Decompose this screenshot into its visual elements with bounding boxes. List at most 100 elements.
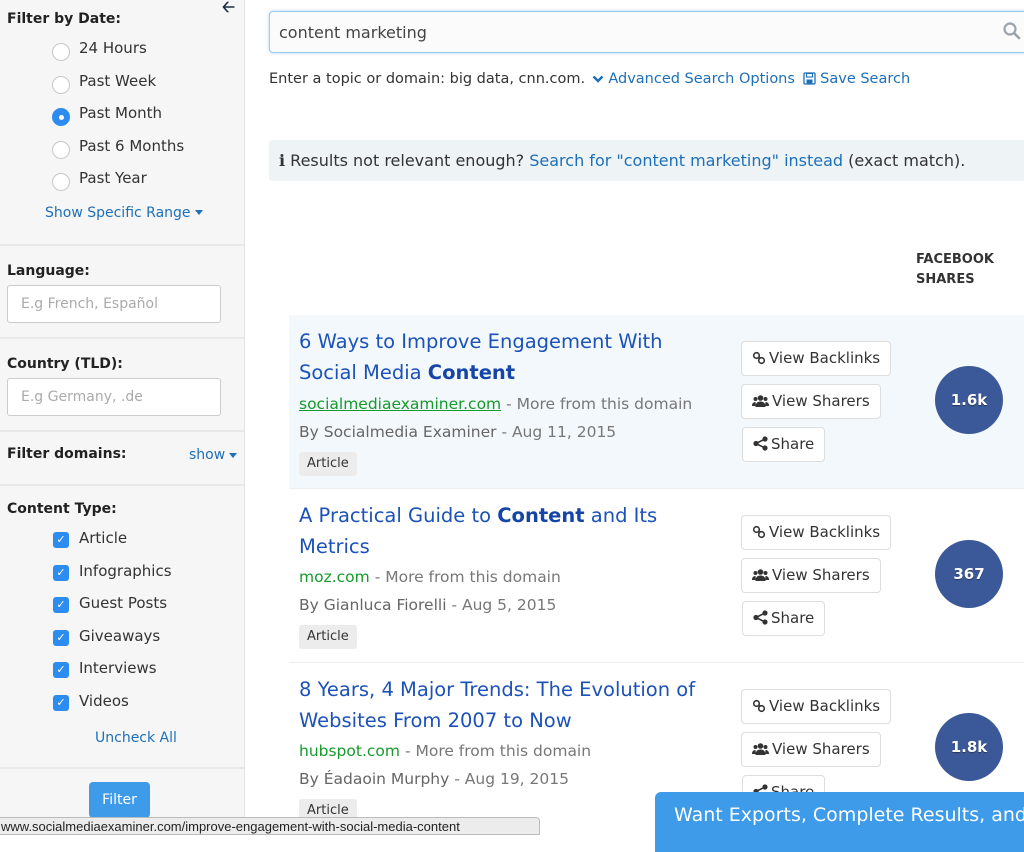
radio-label: 24 Hours bbox=[79, 39, 147, 57]
view-sharers-button[interactable]: View Sharers bbox=[741, 558, 881, 593]
checkbox-label: Interviews bbox=[79, 659, 157, 678]
link-icon bbox=[752, 699, 766, 712]
radio-button[interactable] bbox=[52, 43, 70, 61]
share-button[interactable]: Share bbox=[742, 601, 826, 636]
checkbox-checked-icon[interactable]: ✓ bbox=[53, 662, 69, 679]
button-label: Share bbox=[771, 435, 815, 453]
result-domain-line: moz.com - More from this domain bbox=[299, 568, 561, 586]
result-title-link[interactable]: 8 Years, 4 Major Trends: The Evolution o… bbox=[299, 674, 719, 736]
view-backlinks-button[interactable]: View Backlinks bbox=[741, 689, 892, 724]
column-header-line: SHARES bbox=[916, 272, 975, 287]
checkbox-article[interactable]: ✓ Article bbox=[7, 528, 237, 561]
search-bar[interactable] bbox=[269, 11, 1024, 53]
radio-button[interactable] bbox=[52, 173, 70, 192]
view-backlinks-button[interactable]: View Backlinks bbox=[741, 515, 892, 550]
search-input[interactable] bbox=[270, 12, 970, 52]
result-row: 6 Ways to Improve Engagement With Social… bbox=[289, 315, 1024, 489]
facebook-shares-count[interactable]: 1.6k bbox=[935, 366, 1003, 434]
filter-button[interactable]: Filter bbox=[89, 782, 150, 818]
facebook-shares-count[interactable]: 1.8k bbox=[935, 713, 1003, 781]
date-filter-title: Filter by Date: bbox=[7, 11, 122, 27]
save-search-link[interactable]: Save Search bbox=[802, 71, 910, 87]
facebook-shares-column-header[interactable]: FACEBOOK SHARES bbox=[916, 250, 994, 290]
checkbox-guest-posts[interactable]: ✓ Guest Posts bbox=[7, 593, 237, 626]
publish-date: - Aug 5, 2015 bbox=[451, 596, 557, 614]
share-button[interactable]: Share bbox=[742, 427, 826, 462]
checkbox-label: Giveaways bbox=[79, 626, 161, 645]
uncheck-all-link[interactable]: Uncheck All bbox=[95, 730, 177, 746]
domain-link[interactable]: hubspot.com bbox=[299, 742, 400, 760]
share-icon bbox=[753, 610, 768, 625]
title-highlight[interactable]: Content bbox=[497, 504, 584, 527]
more-from-domain-link[interactable]: - More from this domain bbox=[506, 395, 692, 413]
more-from-domain-link[interactable]: - More from this domain bbox=[375, 568, 561, 586]
filter-domains-section: Filter domains: show bbox=[0, 432, 244, 486]
content-type-title: Content Type: bbox=[7, 501, 117, 517]
checkbox-checked-icon[interactable]: ✓ bbox=[53, 694, 69, 711]
button-label: View Backlinks bbox=[769, 523, 881, 541]
save-search-label[interactable]: Save Search bbox=[820, 71, 910, 87]
more-from-domain-link[interactable]: - More from this domain bbox=[405, 742, 591, 760]
radio-24-hours[interactable]: 24 Hours bbox=[7, 38, 237, 71]
result-row: A Practical Guide to Content and Its Met… bbox=[289, 489, 1024, 663]
checkbox-videos[interactable]: ✓ Videos bbox=[7, 691, 237, 724]
domain-link[interactable]: socialmediaexaminer.com bbox=[299, 395, 501, 413]
relevance-notice: i Results not relevant enough? Search fo… bbox=[269, 140, 1024, 181]
result-domain-line: socialmediaexaminer.com - More from this… bbox=[299, 395, 692, 413]
domain-link[interactable]: moz.com bbox=[299, 568, 370, 586]
arrow-left-icon[interactable]: 🡠 bbox=[222, 0, 235, 23]
view-backlinks-button[interactable]: View Backlinks bbox=[741, 341, 892, 376]
author-name[interactable]: By Socialmedia Examiner bbox=[299, 423, 497, 441]
exact-match-search-link[interactable]: Search for "content marketing" instead bbox=[529, 151, 843, 170]
show-domains-toggle[interactable]: show bbox=[189, 447, 238, 463]
checkbox-checked-icon[interactable]: ✓ bbox=[53, 532, 69, 548]
radio-past-week[interactable]: Past Week bbox=[7, 71, 237, 104]
facebook-shares-count[interactable]: 367 bbox=[935, 540, 1003, 608]
radio-past-6-months[interactable]: Past 6 Months bbox=[7, 136, 237, 169]
checkbox-interviews[interactable]: ✓ Interviews bbox=[7, 658, 237, 691]
checkbox-giveaways[interactable]: ✓ Giveaways bbox=[7, 626, 237, 659]
result-domain-line: hubspot.com - More from this domain bbox=[299, 742, 591, 760]
link-icon bbox=[752, 351, 766, 364]
radio-past-month[interactable]: Past Month bbox=[7, 103, 237, 136]
search-icon[interactable] bbox=[1002, 21, 1022, 41]
checkbox-checked-icon[interactable]: ✓ bbox=[53, 564, 69, 581]
country-input[interactable] bbox=[7, 378, 221, 416]
language-input[interactable] bbox=[7, 285, 221, 323]
upgrade-banner[interactable]: Want Exports, Complete Results, and bbox=[655, 792, 1024, 852]
checkbox-infographics[interactable]: ✓ Infographics bbox=[7, 561, 237, 594]
checkbox-label: Guest Posts bbox=[79, 594, 168, 613]
checkbox-label: Article bbox=[79, 529, 128, 547]
radio-button[interactable] bbox=[52, 140, 70, 159]
notice-suffix: (exact match). bbox=[848, 151, 966, 170]
button-label: View Backlinks bbox=[769, 349, 881, 367]
result-title-link[interactable]: 6 Ways to Improve Engagement With Social… bbox=[299, 326, 719, 388]
result-title-link[interactable]: A Practical Guide to Content and Its Met… bbox=[299, 500, 719, 562]
advanced-search-label[interactable]: Advanced Search Options bbox=[608, 71, 795, 87]
checkbox-checked-icon[interactable]: ✓ bbox=[53, 597, 69, 614]
author-name[interactable]: By Gianluca Fiorelli bbox=[299, 596, 447, 614]
author-name[interactable]: By Éadaoin Murphy bbox=[299, 770, 449, 788]
show-domains-label[interactable]: show bbox=[189, 447, 225, 463]
show-specific-range-label[interactable]: Show Specific Range bbox=[45, 205, 191, 221]
radio-past-year[interactable]: Past Year bbox=[7, 168, 237, 201]
view-sharers-button[interactable]: View Sharers bbox=[741, 732, 881, 767]
radio-button-selected[interactable] bbox=[52, 108, 70, 127]
content-type-badge: Article bbox=[299, 452, 357, 476]
upgrade-banner-text[interactable]: Want Exports, Complete Results, and bbox=[674, 804, 1024, 826]
title-text[interactable]: A Practical Guide to bbox=[299, 504, 497, 527]
checkbox-checked-icon[interactable]: ✓ bbox=[53, 629, 69, 646]
advanced-search-link[interactable]: Advanced Search Options bbox=[590, 71, 795, 87]
title-highlight[interactable]: Content bbox=[428, 361, 515, 384]
link-icon bbox=[752, 525, 766, 538]
column-header-line: FACEBOOK bbox=[916, 252, 994, 267]
radio-label: Past Year bbox=[79, 169, 147, 188]
view-sharers-button[interactable]: View Sharers bbox=[741, 384, 881, 419]
radio-button[interactable] bbox=[52, 75, 70, 94]
button-label: Share bbox=[771, 609, 815, 627]
users-icon bbox=[752, 394, 769, 407]
notice-text: Results not relevant enough? bbox=[290, 151, 525, 170]
button-label: View Sharers bbox=[772, 566, 870, 584]
title-text[interactable]: 8 Years, 4 Major Trends: The Evolution o… bbox=[299, 678, 695, 732]
show-specific-range-link[interactable]: Show Specific Range bbox=[7, 205, 237, 221]
